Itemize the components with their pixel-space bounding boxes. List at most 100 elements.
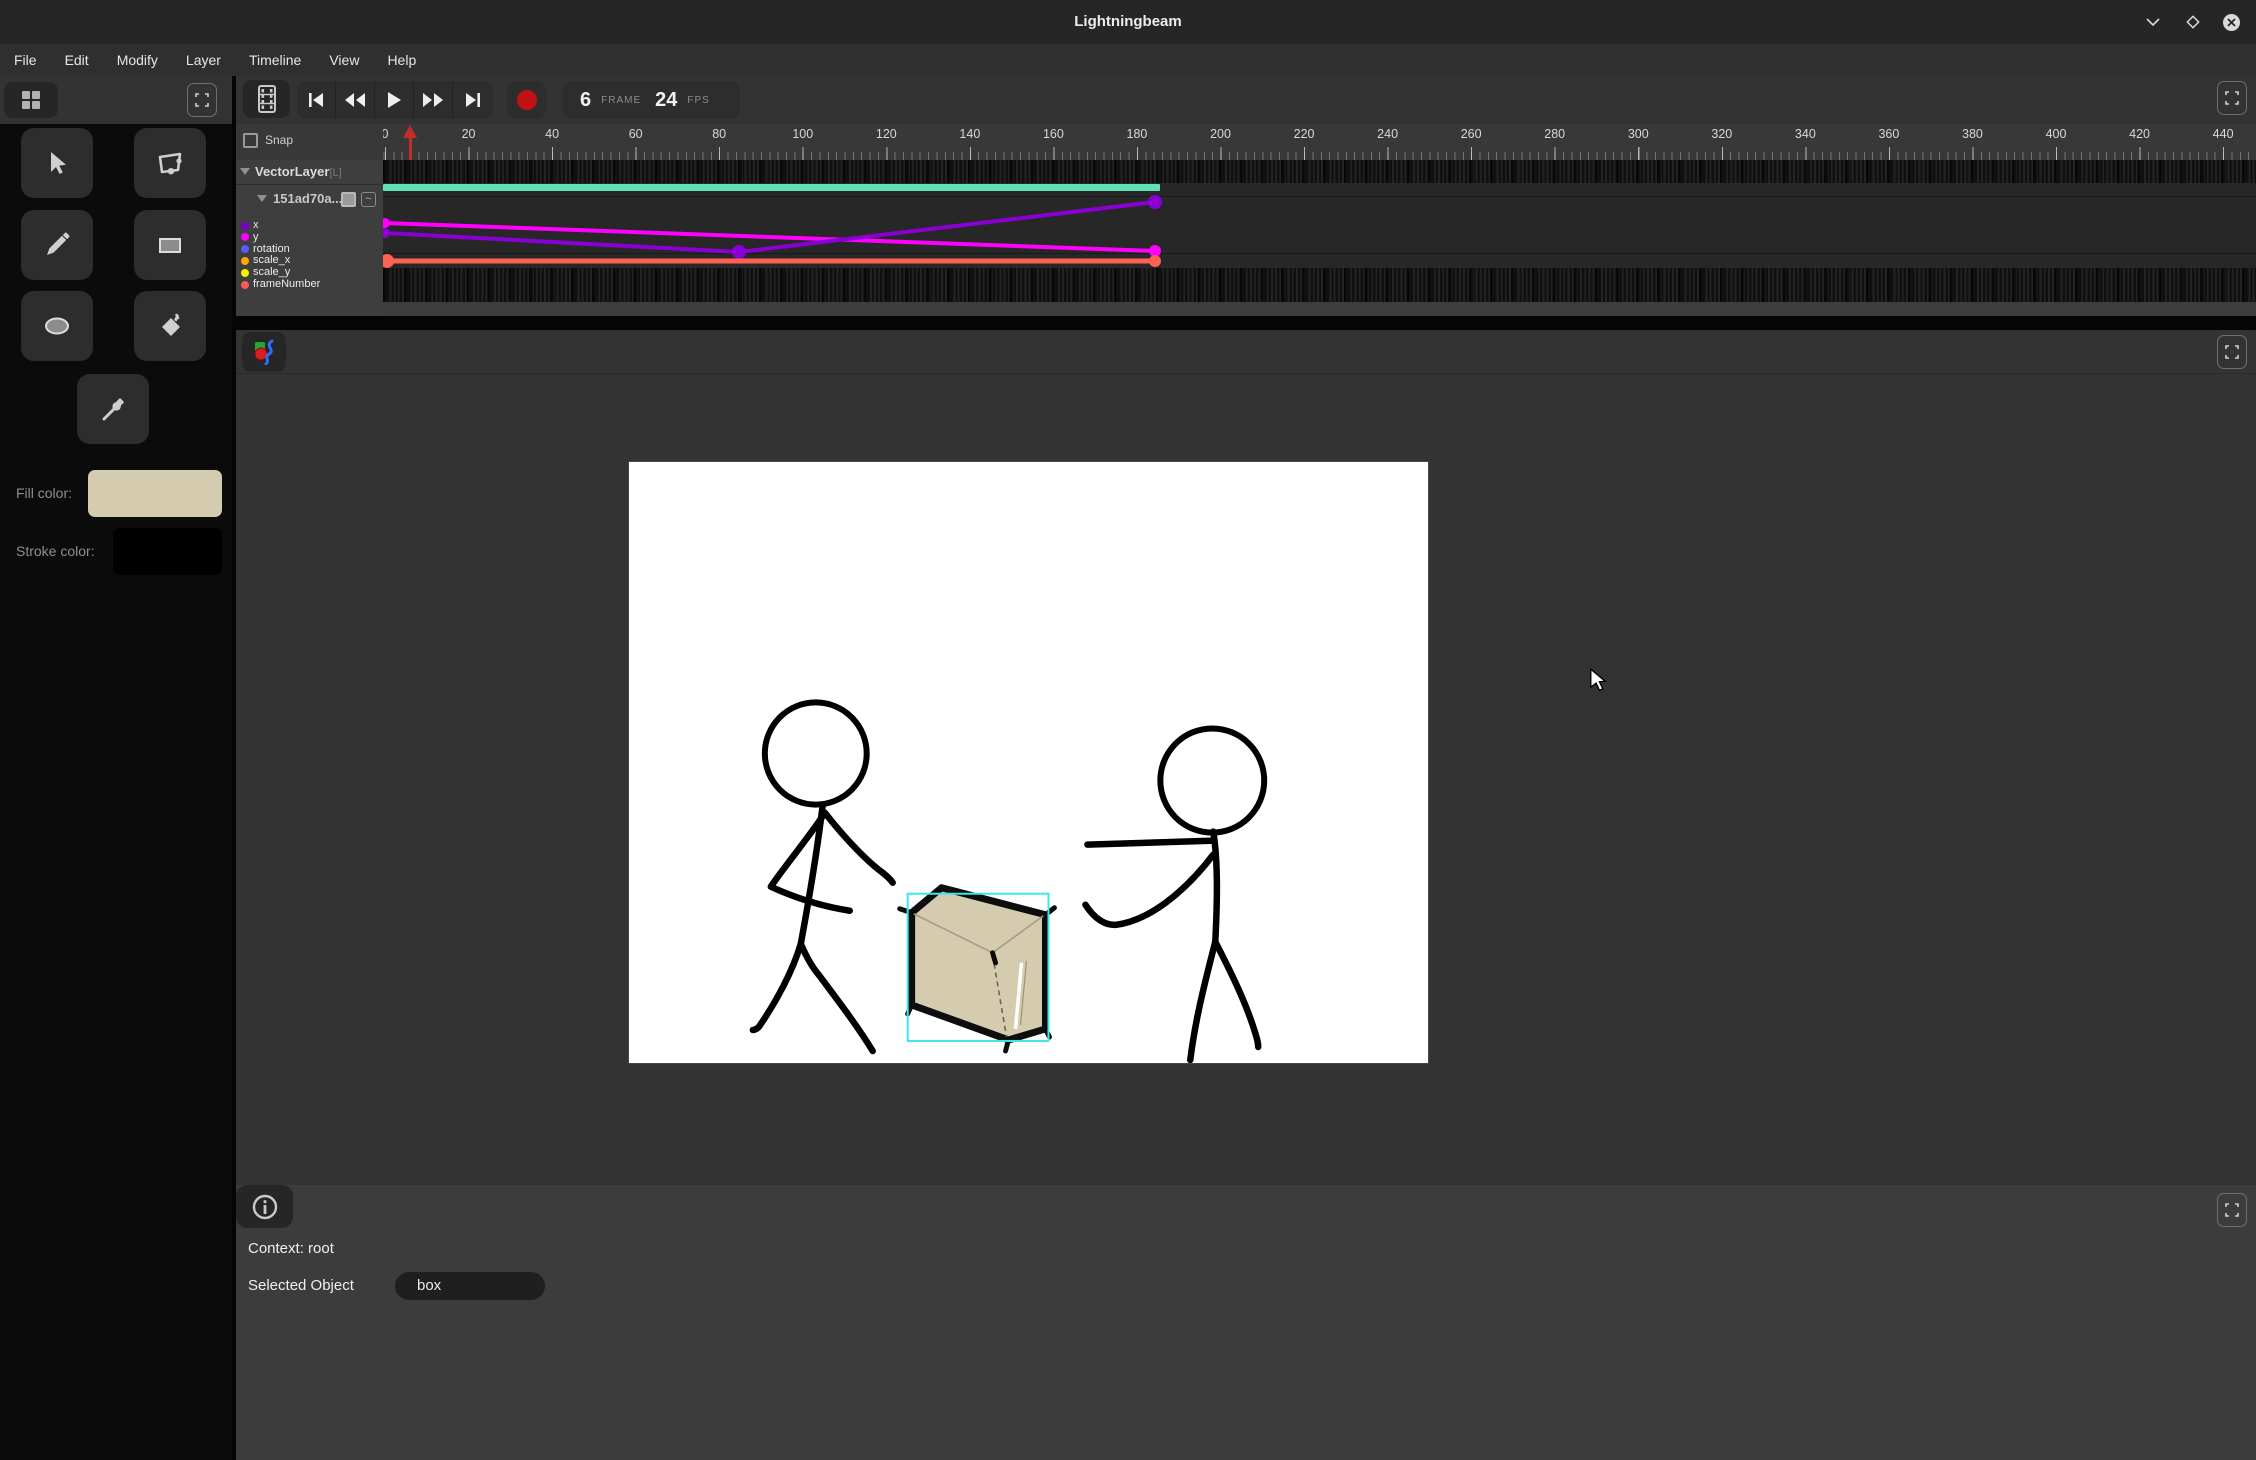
fps-label: FPS (687, 95, 709, 106)
object-curve-toggle-button[interactable]: ~ (361, 192, 376, 207)
ruler-label-280: 280 (1544, 127, 1565, 141)
chevron-down-icon (2145, 17, 2161, 27)
object-visibility-button[interactable] (341, 192, 356, 207)
keyframe-dot-x-1[interactable] (732, 245, 746, 259)
timeline-expand-button[interactable] (2217, 81, 2247, 115)
info-button[interactable] (236, 1185, 293, 1228)
menu-item-layer[interactable]: Layer (172, 44, 235, 76)
ellipse-tool-button[interactable] (21, 291, 93, 361)
rewind-icon (344, 92, 366, 108)
skip-end-icon (464, 92, 482, 108)
close-circle-icon (2222, 13, 2241, 32)
shapes-button[interactable] (242, 332, 286, 372)
skip-start-button[interactable] (297, 81, 336, 119)
menu-item-file[interactable]: File (10, 44, 51, 76)
ruler-label-240: 240 (1377, 127, 1398, 141)
skip-start-icon (307, 92, 325, 108)
ruler-label-160: 160 (1043, 127, 1064, 141)
stick-figure-left[interactable] (753, 702, 893, 1051)
menu-item-view[interactable]: View (315, 44, 373, 76)
timeline-label-column: VectorLayer[L] 151ad70a... ~ xyrotations… (236, 160, 383, 316)
skip-end-button[interactable] (453, 81, 492, 119)
stroke-color-swatch[interactable] (113, 528, 222, 575)
fill-color-swatch[interactable] (88, 470, 222, 517)
eyedropper-tool-button[interactable] (77, 374, 149, 444)
stick-figure-right[interactable] (1085, 728, 1264, 1060)
ruler-label-300: 300 (1628, 127, 1649, 141)
eyedropper-icon (98, 394, 128, 424)
ruler-label-260: 260 (1461, 127, 1482, 141)
paint-bucket-tool-button[interactable] (134, 291, 206, 361)
ruler-label-180: 180 (1127, 127, 1148, 141)
menu-item-help[interactable]: Help (373, 44, 430, 76)
keyframe-dot-frameNumber-0[interactable] (383, 254, 394, 268)
menu-item-edit[interactable]: Edit (51, 44, 103, 76)
shapes-icon (251, 339, 277, 365)
keyframe-dot-x-0[interactable] (383, 228, 390, 238)
ruler-ticks-major (383, 147, 2256, 160)
timeline-panel: 6 FRAME 24 FPS Snap 02040608010012014016… (236, 76, 2256, 316)
rectangle-icon (154, 229, 186, 261)
canvas-expand-button[interactable] (2217, 335, 2247, 369)
context-text: Context: root (248, 1240, 334, 1257)
ruler-frames[interactable]: 0204060801001201401601802002202402602803… (383, 124, 2256, 160)
keyframe-dot-y-0[interactable] (383, 218, 390, 228)
menu-bar: FileEditModifyLayerTimelineViewHelp (0, 44, 2256, 76)
stage[interactable] (629, 462, 1428, 1063)
ruler-label-360: 360 (1878, 127, 1899, 141)
layer-name: VectorLayer[L] (255, 164, 342, 179)
fps-value[interactable]: 24 (655, 89, 677, 112)
timeline-frames-area[interactable] (383, 160, 2256, 316)
keyframe-dot-frameNumber-1[interactable] (1149, 255, 1161, 267)
play-button[interactable] (375, 81, 414, 119)
snap-checkbox[interactable] (243, 133, 258, 148)
rewind-button[interactable] (336, 81, 375, 119)
frame-stripes-bottom[interactable] (383, 268, 2256, 302)
grid-icon (19, 88, 43, 112)
ruler-label-400: 400 (2046, 127, 2067, 141)
property-row-frameNumber[interactable]: frameNumber (236, 279, 383, 291)
ruler-label-60: 60 (629, 127, 643, 141)
minimize-button[interactable] (2142, 11, 2164, 33)
ruler-label-100: 100 (792, 127, 813, 141)
ruler-label-120: 120 (876, 127, 897, 141)
frame-label: FRAME (601, 95, 641, 106)
menu-item-modify[interactable]: Modify (103, 44, 172, 76)
layer-collapse-chevron-icon[interactable] (240, 168, 250, 175)
playhead[interactable] (403, 125, 417, 160)
node-edit-tool-button[interactable] (134, 128, 206, 198)
pencil-tool-button[interactable] (21, 210, 93, 280)
frame-fps-display[interactable]: 6 FRAME 24 FPS (562, 81, 740, 119)
rectangle-tool-button[interactable] (134, 210, 206, 280)
app-window: Lightningbeam FileEditModifyLayerTimelin… (0, 0, 2256, 1460)
selected-object-label: Selected Object (248, 1277, 354, 1294)
close-button[interactable] (2220, 11, 2242, 33)
record-dot (517, 90, 537, 110)
mouse-cursor-icon (1589, 668, 1607, 692)
ruler-label-0: 0 (383, 127, 388, 141)
object-row[interactable]: 151ad70a... ~ (236, 186, 383, 211)
selected-object-field[interactable]: box (395, 1272, 545, 1300)
object-collapse-chevron-icon[interactable] (257, 195, 267, 202)
film-icon (256, 85, 278, 113)
grid-menu-button[interactable] (4, 82, 58, 118)
sidebar-expand-button[interactable] (187, 83, 217, 117)
timeline-ruler[interactable]: Snap 02040608010012014016018020022024026… (236, 124, 2256, 160)
fast-forward-button[interactable] (414, 81, 453, 119)
menu-item-timeline[interactable]: Timeline (235, 44, 315, 76)
property-color-dot (241, 233, 249, 241)
property-color-dot (241, 269, 249, 277)
layer-row-vectorlayer[interactable]: VectorLayer[L] (236, 160, 383, 185)
film-button[interactable] (243, 80, 290, 118)
maximize-button[interactable] (2182, 11, 2204, 33)
inspector-expand-button[interactable] (2217, 1193, 2247, 1227)
select-tool-button[interactable] (21, 128, 93, 198)
record-button[interactable] (507, 81, 546, 119)
frame-number-value[interactable]: 6 (580, 89, 591, 112)
record-button-group (507, 81, 546, 119)
keyframe-dot-x-2[interactable] (1148, 195, 1162, 209)
tool-sidebar: Fill color: Stroke color: (0, 76, 232, 1460)
box-object[interactable] (900, 888, 1055, 1051)
playback-controls (297, 81, 493, 119)
expand-icon (195, 93, 209, 107)
